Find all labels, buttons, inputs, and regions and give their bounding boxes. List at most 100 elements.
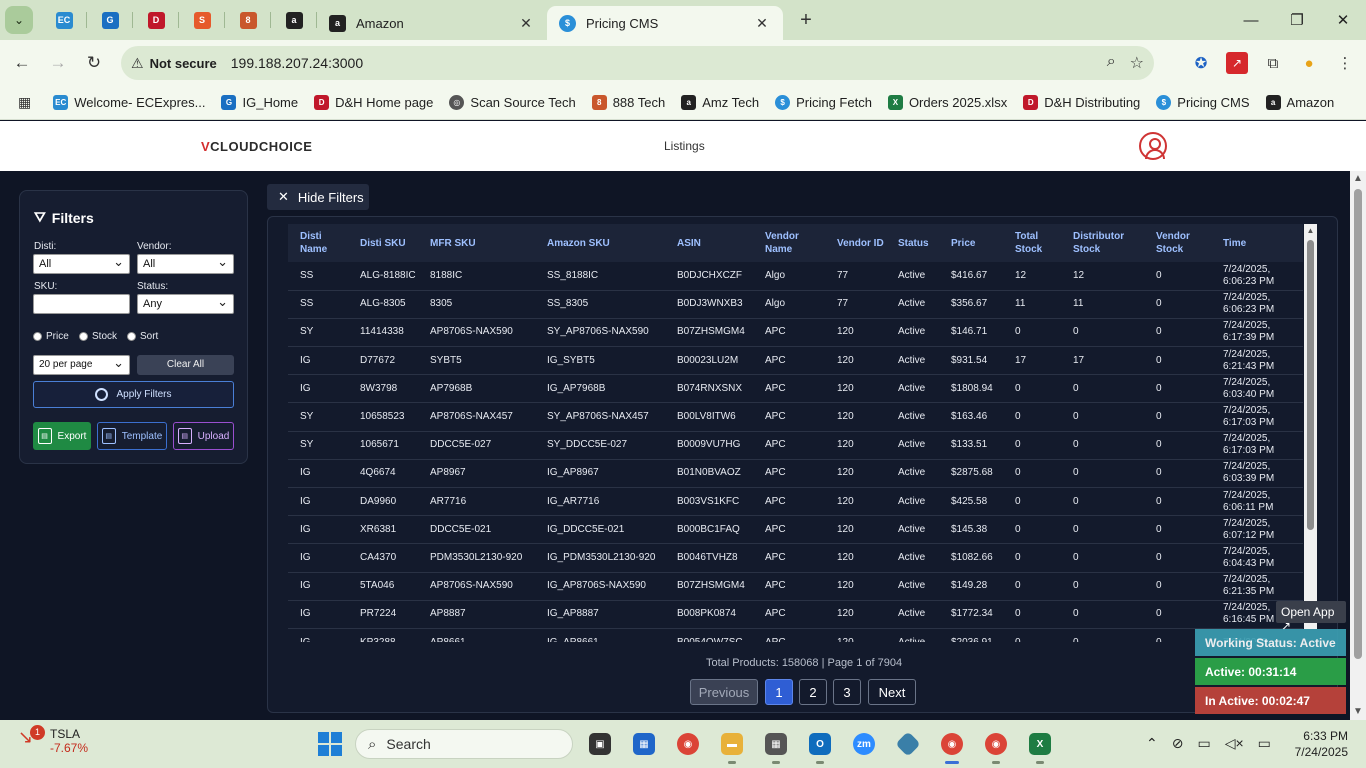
taskbar-chrome[interactable]: ◉: [671, 730, 705, 758]
taskbar-search[interactable]: ⌕ Search: [355, 729, 573, 759]
template-button[interactable]: ▤ Template: [97, 422, 167, 450]
puzzle-icon[interactable]: ⧉: [1262, 52, 1284, 74]
table-row[interactable]: SY 1065671 DDCC5E-027 SY_DDCC5E-027 B0009VU7…: [288, 431, 1303, 460]
tab-search-button[interactable]: ⌄: [5, 6, 33, 34]
nav-listings-link[interactable]: Listings: [664, 139, 705, 153]
vcloudchoice-logo[interactable]: VCLOUDCHOICE: [201, 139, 312, 154]
taskbar-file-explorer[interactable]: ▬: [715, 730, 749, 764]
taskbar-chrome-profile-1[interactable]: ◉: [935, 730, 969, 764]
bookmark-pricing-fetch[interactable]: $ Pricing Fetch: [775, 95, 872, 110]
taskbar-zoom[interactable]: zm: [847, 730, 881, 758]
page-2-button[interactable]: 2: [799, 679, 827, 705]
taskbar-app-diamond[interactable]: [891, 730, 925, 758]
disti-select[interactable]: All: [33, 254, 130, 274]
windows-start-icon[interactable]: [318, 732, 342, 756]
sku-input[interactable]: [33, 294, 130, 314]
clear-all-button[interactable]: Clear All: [137, 355, 234, 375]
display-icon[interactable]: ▭: [1197, 735, 1210, 752]
hide-filters-button[interactable]: ✕ Hide Filters: [267, 184, 369, 210]
close-window-button[interactable]: ✕: [1320, 0, 1366, 40]
upload-button[interactable]: ▤ Upload: [173, 422, 234, 450]
table-row[interactable]: IG XR6381 DDCC5E-021 IG_DDCC5E-021 B000BC1FA…: [288, 515, 1303, 545]
tab-pricing-cms[interactable]: $ Pricing CMS ✕: [547, 6, 783, 40]
pinned-tab-ig[interactable]: G: [87, 0, 133, 40]
bookmark-ecexpress[interactable]: EC Welcome- ECExpres...: [53, 95, 205, 110]
pinned-tab-ecexpress[interactable]: EC: [41, 0, 87, 40]
previous-page-button[interactable]: Previous: [690, 679, 758, 705]
extension-pdf-icon[interactable]: ↗: [1226, 52, 1248, 74]
table-row[interactable]: IG 8W3798 AP7968B IG_AP7968B B074RNXSNX APC 12…: [288, 374, 1303, 404]
bookmark-amz-tech[interactable]: a Amz Tech: [681, 95, 759, 110]
taskbar-excel[interactable]: X: [1023, 730, 1057, 764]
reload-button[interactable]: ↻: [76, 53, 112, 73]
status-select[interactable]: Any: [137, 294, 234, 314]
kebab-menu-icon[interactable]: ⋮: [1334, 52, 1356, 74]
bookmark-ig-home[interactable]: G IG_Home: [221, 95, 298, 110]
table-scrollbar-thumb[interactable]: [1307, 240, 1314, 530]
table-scrollbar[interactable]: ▲: [1304, 224, 1317, 629]
taskbar-task-view[interactable]: ▣: [583, 730, 617, 758]
scroll-up-icon[interactable]: ▲: [1350, 171, 1366, 187]
table-row[interactable]: IGKP3288AP8661IG_AP8661B0054QW7SCAPC120A…: [288, 628, 1303, 642]
table-row[interactable]: SS ALG-8188IC 8188IC SS_8188IC B0DJCHXCZF Alg…: [288, 262, 1303, 291]
taskbar-outlook[interactable]: O: [803, 730, 837, 764]
tab-amazon[interactable]: a Amazon ✕: [317, 6, 547, 40]
chevron-up-icon[interactable]: ⌃: [1146, 735, 1158, 752]
extension-globe-icon[interactable]: ✪: [1190, 52, 1212, 74]
apps-grid-icon[interactable]: ▦: [18, 94, 31, 111]
pinned-tab-888[interactable]: 8: [225, 0, 271, 40]
new-tab-button[interactable]: +: [791, 9, 821, 32]
bookmark-dh-distributing[interactable]: D D&H Distributing: [1023, 95, 1140, 110]
maximize-button[interactable]: ❐: [1274, 0, 1320, 40]
table-row[interactable]: IG CA4370 PDM3530L2130-920 IG_PDM3530L2130-…: [288, 543, 1303, 573]
radio-sort[interactable]: Sort: [127, 331, 158, 342]
zoom-icon[interactable]: ⌕: [1107, 53, 1116, 73]
star-icon[interactable]: ☆: [1130, 53, 1144, 73]
vendor-select[interactable]: All: [137, 254, 234, 274]
table-row[interactable]: SS ALG-8305 8305 SS_8305 B0DJ3WNXB3 Algo 77 Act…: [288, 290, 1303, 319]
bookmark-scansource[interactable]: ◎ Scan Source Tech: [449, 95, 576, 110]
table-row[interactable]: IG D77672 SYBT5 IG_SYBT5 B00023LU2M APC 120 Act…: [288, 346, 1303, 376]
scroll-up-icon[interactable]: ▲: [1304, 224, 1317, 238]
volume-mute-icon[interactable]: ◁×: [1225, 735, 1244, 752]
pinned-tab-scansource[interactable]: S: [179, 0, 225, 40]
table-row[interactable]: IG DA9960 AR7716 IG_AR7716 B003VS1KFC APC 120 A…: [288, 487, 1303, 517]
address-bar[interactable]: ⚠ Not secure 199.188.207.24:3000 ⌕ ☆: [121, 46, 1154, 80]
bookmark-amazon[interactable]: a Amazon: [1265, 95, 1334, 110]
listings-table-container[interactable]: Disti Name Disti SKU MFR SKU Amazon SKU ASIN…: [288, 224, 1303, 642]
table-row[interactable]: IG 5TA046 AP8706S-NAX590 IG_AP8706S-NAX590 B…: [288, 572, 1303, 601]
pinned-tab-amazon[interactable]: a: [271, 0, 317, 40]
table-row[interactable]: IG PR7224 AP8887 IG_AP8887 B008PK0874 APC 120 A…: [288, 600, 1303, 629]
pinned-tab-dh[interactable]: D: [133, 0, 179, 40]
minimize-button[interactable]: —: [1228, 0, 1274, 40]
user-account-icon[interactable]: [1139, 132, 1167, 160]
profile-avatar-icon[interactable]: ●: [1298, 52, 1320, 74]
forward-button[interactable]: →: [40, 53, 76, 73]
open-app-button[interactable]: Open App ↗: [1276, 601, 1346, 633]
table-row[interactable]: SY 11414338 AP8706S-NAX590 SY_AP8706S-NAX59…: [288, 318, 1303, 348]
taskbar-chrome-profile-2[interactable]: ◉: [979, 730, 1013, 764]
taskbar-clock[interactable]: 6:33 PM 7/24/2025: [1290, 728, 1348, 760]
page-scrollbar[interactable]: ▲ ▼: [1350, 171, 1366, 720]
radio-price[interactable]: Price: [33, 331, 69, 342]
table-row[interactable]: SY 10658523 AP8706S-NAX457 SY_AP8706S-NAX45…: [288, 402, 1303, 432]
per-page-select[interactable]: 20 per page: [33, 355, 130, 375]
next-page-button[interactable]: Next: [868, 679, 916, 705]
battery-icon[interactable]: ▭: [1258, 735, 1271, 752]
page-1-button[interactable]: 1: [765, 679, 793, 705]
bookmark-orders-xlsx[interactable]: X Orders 2025.xlsx: [887, 95, 1007, 110]
page-3-button[interactable]: 3: [833, 679, 861, 705]
bookmark-888-tech[interactable]: 8 888 Tech: [591, 95, 665, 110]
close-icon[interactable]: ✕: [753, 15, 771, 32]
scroll-down-icon[interactable]: ▼: [1350, 704, 1366, 720]
export-button[interactable]: ▤ Export: [33, 422, 91, 450]
stock-ticker-widget[interactable]: ↘ 1 TSLA -7.67%: [18, 725, 88, 755]
bookmark-pricing-cms[interactable]: $ Pricing CMS: [1156, 95, 1250, 110]
back-button[interactable]: ←: [4, 53, 40, 73]
apply-filters-button[interactable]: Apply Filters: [33, 381, 234, 408]
table-row[interactable]: IG 4Q6674 AP8967 IG_AP8967 B01N0BVAOZ APC 120 A…: [288, 459, 1303, 489]
close-icon[interactable]: ✕: [517, 15, 535, 32]
network-off-icon[interactable]: ⊘: [1172, 735, 1184, 752]
page-scrollbar-thumb[interactable]: [1354, 189, 1362, 659]
radio-stock[interactable]: Stock: [79, 331, 117, 342]
